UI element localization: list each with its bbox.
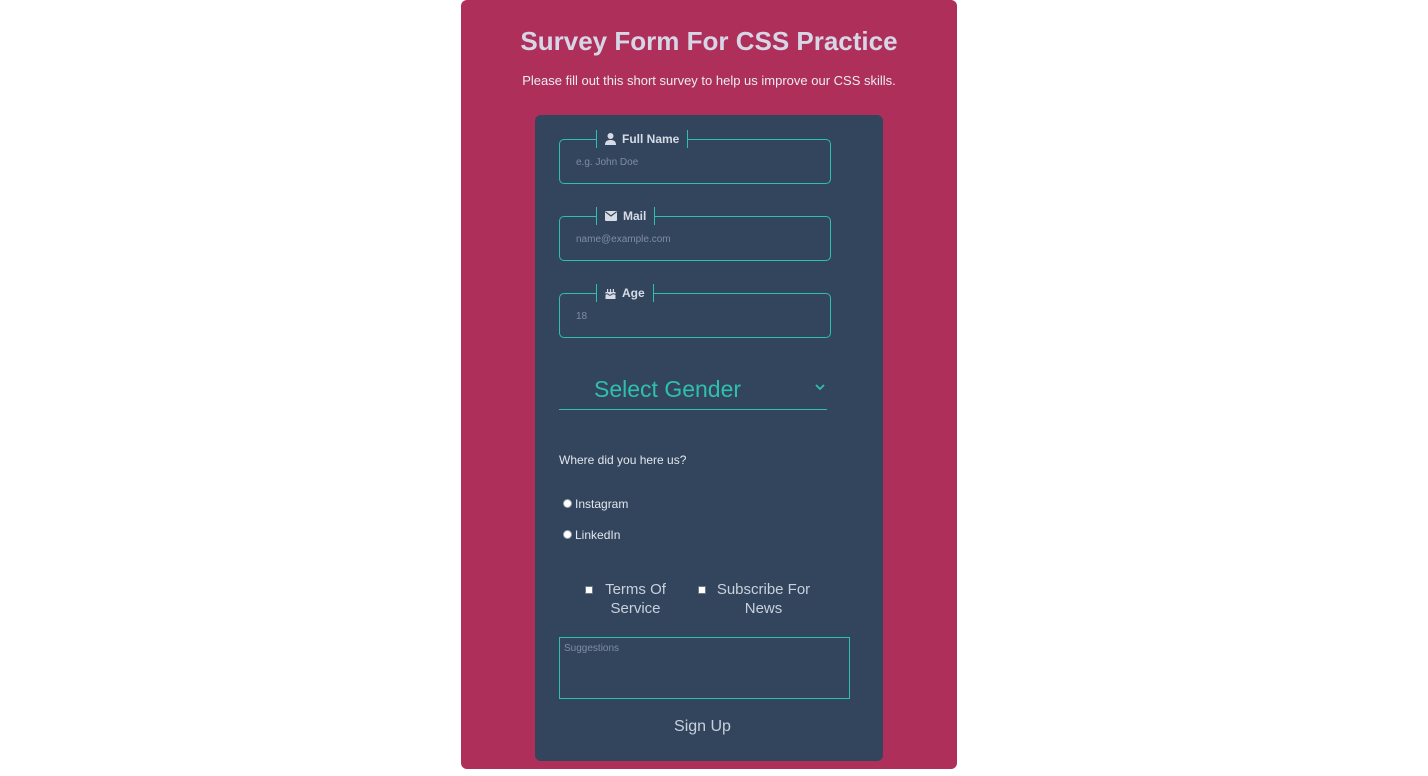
terms-checkbox-label: Terms Of Service	[605, 581, 666, 617]
radio-instagram[interactable]: Instagram	[563, 497, 628, 511]
terms-checkbox[interactable]	[585, 586, 593, 594]
survey-container: Survey Form For CSS Practice Please fill…	[461, 0, 957, 769]
news-checkbox-group[interactable]: Subscribe For News	[698, 580, 818, 618]
birthday-cake-icon	[605, 289, 616, 299]
user-icon	[605, 133, 616, 145]
page-subtitle: Please fill out this short survey to hel…	[522, 73, 896, 88]
full-name-label: Full Name	[622, 132, 680, 146]
radio-instagram-label: Instagram	[575, 497, 629, 511]
envelope-icon	[605, 211, 617, 221]
gender-select-value: Select Gender	[594, 376, 742, 402]
radio-button[interactable]	[563, 498, 572, 508]
suggestions-placeholder: Suggestions	[564, 643, 620, 654]
suggestions-textarea[interactable]: Suggestions	[559, 637, 850, 699]
source-question: Where did you here us?	[559, 453, 687, 467]
radio-linkedin[interactable]: LinkedIn	[563, 528, 620, 542]
age-label: Age	[622, 286, 645, 300]
gender-select[interactable]: Select Gender	[559, 373, 827, 410]
sign-up-button[interactable]: Sign Up	[535, 717, 870, 737]
news-checkbox-label: Subscribe For News	[716, 581, 811, 617]
mail-input[interactable]	[576, 230, 816, 248]
chevron-down-icon	[815, 384, 825, 391]
age-input[interactable]	[576, 307, 816, 325]
age-legend: Age	[596, 284, 654, 302]
age-field: Age	[559, 284, 831, 338]
full-name-input[interactable]	[576, 153, 816, 171]
radio-linkedin-label: LinkedIn	[575, 528, 621, 542]
page-title: Survey Form For CSS Practice	[520, 26, 898, 56]
full-name-field: Full Name	[559, 130, 831, 184]
mail-legend: Mail	[596, 207, 656, 225]
terms-checkbox-group[interactable]: Terms Of Service	[585, 580, 675, 618]
radio-button[interactable]	[563, 529, 572, 539]
mail-field: Mail	[559, 207, 831, 261]
news-checkbox[interactable]	[698, 586, 706, 594]
mail-label: Mail	[623, 209, 647, 223]
survey-form: Full Name Mail	[535, 115, 883, 761]
full-name-legend: Full Name	[596, 130, 689, 148]
